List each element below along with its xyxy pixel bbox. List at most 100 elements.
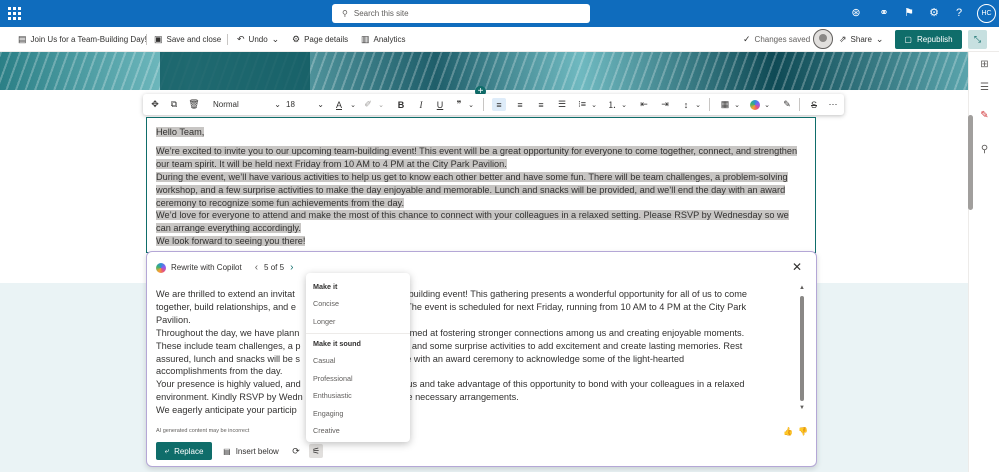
design-icon[interactable]: ✎ (978, 110, 991, 123)
save-icon: ▣ (154, 34, 163, 44)
chevron-down-icon[interactable]: ⌄ (694, 98, 702, 111)
suggestion-text: op, and some surprise activities to add … (396, 340, 743, 351)
sliders-icon[interactable]: ☰ (978, 82, 991, 95)
connections-icon[interactable]: ⚭ (877, 6, 891, 20)
suggestion-text: We are thrilled to extend an invitat (156, 289, 295, 299)
suggestion-text: the necessary arrangements. (399, 392, 519, 403)
undo-button[interactable]: ↶ Undo ⌄ (237, 34, 279, 45)
italic-icon[interactable]: I (415, 98, 427, 111)
chevron-down-icon[interactable]: ⌄ (733, 98, 741, 111)
strikethrough-icon[interactable]: S (807, 98, 821, 111)
feedback: 👍 👎 (783, 427, 808, 436)
share-label: Share (850, 35, 872, 44)
page-scrollbar[interactable] (968, 115, 973, 210)
chevron-down-icon[interactable]: ⌄ (467, 98, 475, 111)
justify-icon[interactable]: ☰ (555, 98, 569, 111)
thumbs-down-icon[interactable]: 👎 (798, 427, 808, 436)
page-icon: ▤ (18, 34, 27, 44)
highlight-icon[interactable]: ✐ (361, 98, 375, 111)
check-icon: ✓ (743, 34, 751, 44)
chevron-down-icon[interactable]: ⌄ (377, 98, 385, 111)
coauthor-avatar[interactable] (813, 29, 833, 49)
table-icon[interactable]: ▦ (718, 98, 732, 111)
bold-icon[interactable]: B (395, 98, 407, 111)
menu-item-enthusiastic[interactable]: Enthusiastic (313, 391, 405, 400)
numbered-list-icon[interactable]: ⒈ (605, 98, 619, 111)
chevron-down-icon: ⌄ (274, 100, 281, 109)
pin-icon[interactable]: ⚲ (978, 144, 991, 157)
menu-item-professional[interactable]: Professional (313, 374, 405, 383)
delete-icon[interactable]: 🗑 (188, 98, 200, 111)
suggestion-text: am-building event! This gathering presen… (392, 289, 748, 299)
republish-button[interactable]: ▢ Republish (895, 30, 962, 49)
insert-below-label: Insert below (235, 446, 279, 456)
suggestion-text: together, build relationships, and e (156, 301, 296, 312)
insert-below-button[interactable]: ▤ Insert below (219, 442, 283, 460)
page-title-button[interactable]: ▤ Join Us for a Team-Building Day! (18, 34, 147, 45)
suggestion-scrollbar[interactable]: ▲ ▼ (798, 285, 806, 413)
menu-item-longer[interactable]: Longer (313, 317, 405, 326)
skype-icon[interactable]: ⊛ (849, 6, 863, 20)
chevron-down-icon[interactable]: ⌄ (620, 98, 628, 111)
chevron-left-icon[interactable]: ‹ (255, 262, 258, 273)
duplicate-icon[interactable]: ⧉ (168, 98, 180, 111)
font-color-icon[interactable]: A (333, 98, 345, 111)
menu-item-engaging[interactable]: Engaging (313, 409, 405, 418)
chevron-down-icon[interactable]: ⌄ (763, 98, 771, 111)
settings-icon[interactable]: ⚙ (927, 6, 941, 20)
menu-divider (306, 333, 410, 334)
scroll-up-icon[interactable]: ▲ (798, 285, 806, 291)
suggestion-text: s aimed at fostering stronger connection… (395, 327, 745, 338)
page-details-button[interactable]: ⚙ Page details (292, 34, 348, 45)
line-spacing-icon[interactable]: ↕ (679, 98, 693, 111)
search-box[interactable]: ⚲ Search this site (332, 4, 590, 23)
collapse-icon[interactable]: ⤡ (968, 30, 987, 49)
save-status: ✓ Changes saved (743, 34, 810, 45)
decrease-indent-icon[interactable]: ⇤ (637, 98, 651, 111)
help-icon[interactable]: ? (952, 6, 966, 20)
more-icon[interactable]: ⋯ (826, 98, 840, 111)
increase-indent-icon[interactable]: ⇥ (658, 98, 672, 111)
replace-button[interactable]: ⤶ Replace (156, 442, 212, 460)
title-banner-image (0, 52, 968, 90)
adjust-icon[interactable]: ⚟ (309, 444, 323, 458)
clear-format-icon[interactable]: ✎ (780, 98, 794, 111)
bullet-list-icon[interactable]: ⁝≡ (575, 98, 589, 111)
user-avatar[interactable]: HC (977, 4, 996, 23)
right-rail: ⊞ ☰ ✎ ⚲ (968, 52, 999, 472)
suggestion-text: Your presence is highly valued, and (156, 379, 301, 390)
scroll-thumb[interactable] (800, 296, 804, 401)
share-button[interactable]: ⇗ Share ⌄ (839, 34, 883, 45)
thumbs-up-icon[interactable]: 👍 (783, 427, 793, 436)
copilot-rewrite-panel: Rewrite with Copilot ‹ 5 of 5 › ✕ We are… (146, 251, 817, 467)
underline-icon[interactable]: U (434, 98, 446, 111)
copilot-icon[interactable] (749, 98, 761, 111)
align-left-icon[interactable]: ≡ (492, 98, 506, 111)
regenerate-icon[interactable]: ⟳ (289, 444, 303, 458)
quote-icon[interactable]: ❞ (453, 98, 465, 111)
toolbox-icon[interactable]: ⊞ (978, 59, 991, 72)
chevron-right-icon[interactable]: › (290, 262, 293, 273)
chevron-down-icon[interactable]: ⌄ (272, 34, 280, 45)
style-dropdown[interactable]: Normal ⌄ (213, 98, 281, 111)
menu-item-concise[interactable]: Concise (313, 299, 405, 308)
menu-item-creative[interactable]: Creative (313, 426, 405, 435)
text-web-part[interactable]: Hello Team, We’re excited to invite you … (146, 117, 816, 253)
copilot-title: Rewrite with Copilot (171, 263, 242, 272)
app-launcher-icon[interactable] (8, 7, 21, 20)
chevron-down-icon[interactable]: ⌄ (590, 98, 598, 111)
menu-item-casual[interactable]: Casual (313, 356, 405, 365)
save-status-label: Changes saved (754, 35, 811, 44)
analytics-button[interactable]: ▥ Analytics (361, 34, 406, 45)
scroll-down-icon[interactable]: ▼ (798, 405, 806, 411)
insert-icon: ▤ (223, 446, 231, 456)
align-right-icon[interactable]: ≡ (534, 98, 548, 111)
flag-icon[interactable]: ⚑ (902, 6, 916, 20)
save-close-button[interactable]: ▣ Save and close (154, 34, 221, 45)
suggestion-text: n us and take advantage of this opportun… (399, 379, 745, 390)
align-center-icon[interactable]: ≡ (513, 98, 527, 111)
close-icon[interactable]: ✕ (792, 260, 802, 274)
chevron-down-icon[interactable]: ⌄ (349, 98, 357, 111)
move-icon[interactable]: ✥ (149, 98, 161, 111)
font-size-dropdown[interactable]: 18 ⌄ (286, 98, 324, 111)
